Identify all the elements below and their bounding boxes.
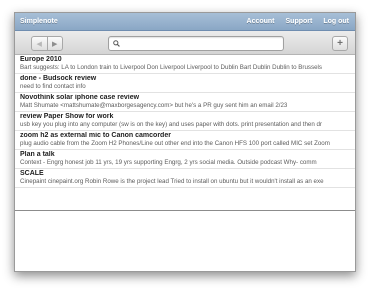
note-snippet: plug audio cable from the Zoom H2 Phones… (20, 140, 330, 147)
search-icon (113, 40, 120, 47)
app-title: Simplenote (20, 18, 58, 25)
note-list-item[interactable]: Novothink solar iphone case review Matt … (15, 93, 355, 112)
note-title: Europe 2010 (20, 56, 62, 63)
note-snippet: usb key you plug into any computer (sw i… (20, 121, 322, 128)
search-input[interactable] (122, 37, 280, 50)
note-list-item[interactable]: zoom h2 as external mic to Canon camcord… (15, 131, 355, 150)
support-link[interactable]: Support (286, 18, 313, 25)
note-snippet: Matt Shumate <mattshumate@maxborgesagenc… (20, 102, 288, 109)
note-title: zoom h2 as external mic to Canon camcord… (20, 132, 171, 139)
note-list-item[interactable]: SCALE Cinepaint cinepaint.org Robin Rowe… (15, 169, 355, 188)
title-bar: Simplenote Account Support Log out (15, 13, 355, 31)
toolbar: ◀ ▶ + (15, 31, 355, 55)
forward-arrow-icon: ▶ (52, 40, 58, 48)
note-title: review Paper Show for work (20, 113, 114, 120)
note-title: SCALE (20, 170, 44, 177)
back-arrow-icon: ◀ (36, 40, 42, 48)
note-snippet: Context - Engrg honest job 11 yrs, 19 yr… (20, 159, 317, 166)
history-buttons: ◀ ▶ (31, 36, 63, 51)
note-title: done - Budsock review (20, 75, 97, 82)
note-snippet: need to find contact info (20, 83, 86, 90)
forward-button[interactable]: ▶ (48, 37, 63, 50)
account-link[interactable]: Account (247, 18, 275, 25)
note-snippet: Cinepaint cinepaint.org Robin Rowe is th… (20, 178, 324, 185)
note-list-item[interactable]: review Paper Show for work usb key you p… (15, 112, 355, 131)
note-list: Europe 2010 Bart suggests: LA to London … (15, 55, 355, 188)
logout-link[interactable]: Log out (323, 18, 349, 25)
plus-icon: + (337, 37, 343, 49)
search-box (108, 36, 284, 51)
add-note-button[interactable]: + (332, 36, 348, 51)
note-list-item[interactable]: Europe 2010 Bart suggests: LA to London … (15, 55, 355, 74)
note-snippet: Bart suggests: LA to London train to Liv… (20, 64, 322, 71)
note-list-item[interactable]: Plan a talk Context - Engrg honest job 1… (15, 150, 355, 169)
app-window: Simplenote Account Support Log out ◀ ▶ +… (14, 12, 356, 272)
back-button[interactable]: ◀ (32, 37, 48, 50)
note-editor-area[interactable] (15, 211, 355, 271)
note-list-item[interactable]: done - Budsock review need to find conta… (15, 74, 355, 93)
note-title: Novothink solar iphone case review (20, 94, 140, 101)
note-title: Plan a talk (20, 151, 55, 158)
